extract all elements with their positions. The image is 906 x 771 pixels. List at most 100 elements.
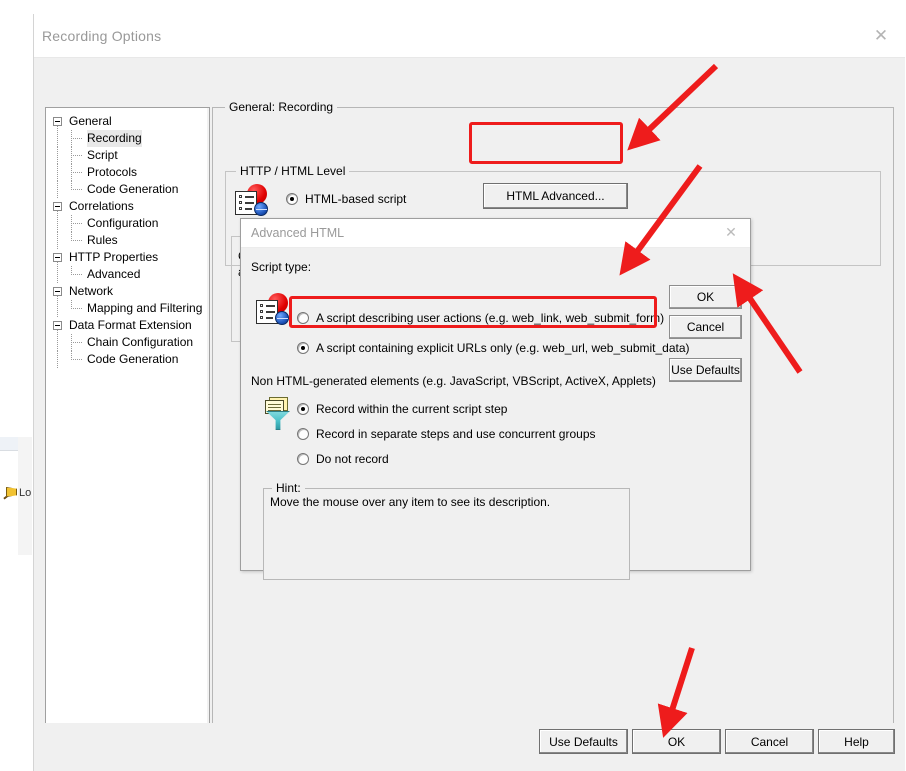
tree-expander-icon[interactable] (53, 287, 62, 296)
tree-item-label: Network (69, 284, 114, 298)
footer-cancel-label: Cancel (750, 734, 789, 749)
radio-indicator (297, 342, 309, 354)
tree-item-network[interactable]: Network (51, 283, 202, 304)
advanced-html-body: Script type: A script describing user ac… (241, 248, 750, 580)
script-globe-icon (234, 184, 268, 216)
tree-guide-line (57, 181, 58, 198)
tree-item-correlations[interactable]: Correlations (51, 198, 202, 219)
tree-item-code-generation[interactable]: Code Generation (51, 181, 202, 198)
tree-item-label: Advanced (87, 267, 141, 281)
radio-indicator (297, 453, 309, 465)
non-html-elements-label: Non HTML-generated elements (e.g. JavaSc… (251, 374, 656, 388)
tree-guide-line (71, 155, 82, 156)
tree-guide-line (71, 223, 82, 224)
advanced-cancel-button[interactable]: Cancel (669, 315, 742, 339)
tree-item-label: Script (87, 148, 118, 162)
tree-item-mapping-and-filtering[interactable]: Mapping and Filtering (51, 300, 202, 317)
radio-do-not-record[interactable]: Do not record (297, 452, 389, 466)
tree-guide-line (71, 342, 82, 343)
radio-script-explicit-urls-label: A script containing explicit URLs only (… (316, 341, 690, 355)
hint-text: Move the mouse over any item to see its … (270, 495, 551, 509)
tree-item-label: Correlations (69, 199, 134, 213)
tree-item-label: General (69, 114, 112, 128)
tree-item-general[interactable]: General (51, 113, 202, 134)
radio-record-current-step-label: Record within the current script step (316, 402, 508, 416)
tree-expander-icon[interactable] (53, 321, 62, 330)
tree-guide-line (71, 274, 82, 275)
script-type-label: Script type: (251, 260, 312, 274)
radio-html-based-script[interactable]: HTML-based script (286, 192, 406, 206)
tree-expander-icon[interactable] (53, 202, 62, 211)
tree-item-protocols[interactable]: Protocols (51, 164, 202, 181)
advanced-html-titlebar: Advanced HTML ✕ (241, 219, 750, 248)
tree-item-advanced[interactable]: Advanced (51, 266, 202, 283)
radio-html-based-script-label: HTML-based script (305, 192, 407, 206)
html-advanced-button[interactable]: HTML Advanced... (483, 183, 628, 209)
tree-guide-line (71, 359, 82, 360)
advanced-ok-button[interactable]: OK (669, 285, 742, 309)
radio-do-not-record-label: Do not record (316, 452, 389, 466)
radio-indicator (297, 312, 309, 324)
tree-item-recording[interactable]: Recording (51, 130, 202, 147)
radio-indicator (286, 193, 298, 205)
footer-help-label: Help (844, 734, 869, 749)
radio-script-user-actions[interactable]: A script describing user actions (e.g. w… (297, 311, 664, 325)
tree-guide-line (57, 130, 58, 147)
tree-guide-line (71, 308, 82, 309)
hint-legend: Hint: (272, 481, 305, 495)
http-html-level-legend: HTTP / HTML Level (236, 164, 350, 178)
radio-record-separate-steps[interactable]: Record in separate steps and use concurr… (297, 427, 596, 441)
dialog-titlebar: Recording Options ✕ (34, 14, 905, 58)
navigation-tree[interactable]: General Recording Script Protocols Code Gene… (45, 107, 210, 771)
tree-guide-line (71, 172, 82, 173)
tree-guide-line (71, 189, 82, 190)
html-advanced-button-label: HTML Advanced... (506, 189, 605, 203)
tree-item-rules[interactable]: Rules (51, 232, 202, 249)
tree-item-label: Chain Configuration (87, 335, 194, 349)
radio-script-explicit-urls[interactable]: A script containing explicit URLs only (… (297, 341, 690, 355)
tree-item-data-format-extension[interactable]: Data Format Extension (51, 317, 202, 338)
hint-box: Hint: Move the mouse over any item to se… (263, 481, 630, 580)
tree-item-http-properties[interactable]: HTTP Properties (51, 249, 202, 270)
tree-scrollbar[interactable] (207, 108, 209, 771)
advanced-html-dialog: Advanced HTML ✕ Script type: A script de… (240, 218, 751, 580)
tree-item-label: Protocols (87, 165, 138, 179)
tree-item-code-generation[interactable]: Code Generation (51, 351, 202, 368)
tree-expander-icon[interactable] (53, 253, 62, 262)
tree-expander-icon[interactable] (53, 117, 62, 126)
tree-item-label: HTTP Properties (69, 250, 159, 264)
tree-item-label: Data Format Extension (69, 318, 192, 332)
radio-record-separate-steps-label: Record in separate steps and use concurr… (316, 427, 596, 441)
footer-cancel-button[interactable]: Cancel (725, 729, 814, 754)
tree-guide-line (57, 232, 58, 249)
advanced-html-title: Advanced HTML (251, 226, 345, 240)
footer-ok-button[interactable]: OK (632, 729, 721, 754)
radio-script-user-actions-label: A script describing user actions (e.g. w… (316, 311, 665, 325)
tree-item-script[interactable]: Script (51, 147, 202, 164)
tree-guide-line (57, 164, 58, 181)
screenshot-root: Lo Recording Options ✕ General Recording S… (0, 0, 906, 771)
footer-help-button[interactable]: Help (818, 729, 895, 754)
tree-guide-line (57, 215, 58, 232)
dialog-footer: Use Defaults OK Cancel Help (34, 723, 905, 771)
advanced-use-defaults-button[interactable]: Use Defaults (669, 358, 742, 382)
close-icon[interactable]: ✕ (863, 22, 899, 50)
close-icon[interactable]: ✕ (718, 222, 744, 244)
tree-item-label: Configuration (87, 216, 159, 230)
funnel-icon (263, 396, 297, 430)
tree-guide-line (57, 334, 58, 351)
radio-record-current-step[interactable]: Record within the current script step (297, 402, 507, 416)
tree-item-label: Code Generation (87, 182, 179, 196)
page-title: Recording Options (42, 28, 162, 44)
tree-guide-line (57, 351, 58, 368)
background-taskbar-item-label: Lo (19, 487, 32, 499)
script-globe-icon (255, 293, 289, 325)
advanced-use-defaults-label: Use Defaults (671, 363, 740, 377)
flag-icon (2, 486, 16, 500)
tree-item-configuration[interactable]: Configuration (51, 215, 202, 232)
tree-item-label: Recording (87, 130, 142, 147)
footer-use-defaults-button[interactable]: Use Defaults (539, 729, 628, 754)
tree-item-chain-configuration[interactable]: Chain Configuration (51, 334, 202, 351)
footer-use-defaults-label: Use Defaults (549, 734, 618, 749)
tree-guide-line (57, 147, 58, 164)
